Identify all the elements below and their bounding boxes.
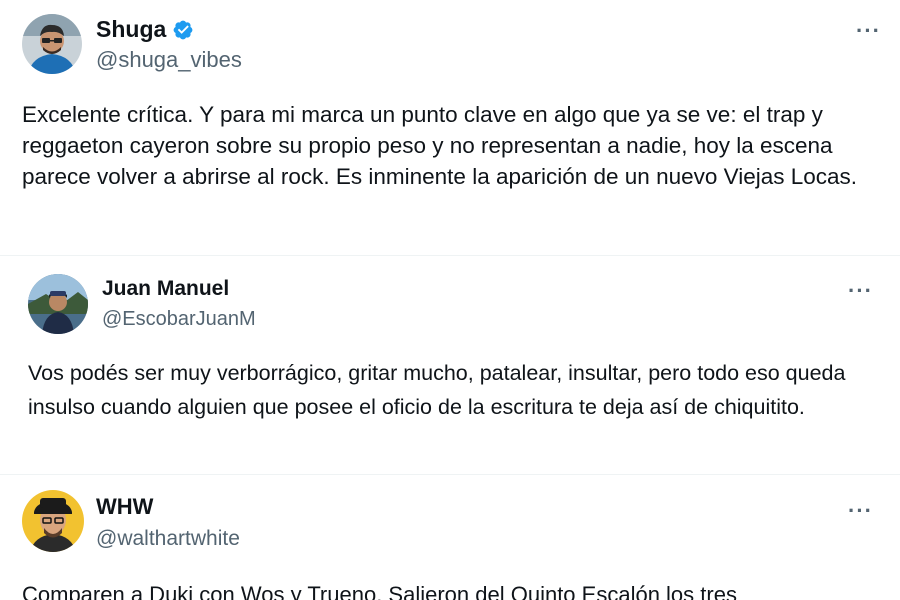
verified-badge-icon [172,19,194,41]
avatar-heisenberg-icon [22,490,84,552]
author-row: WHW [96,494,153,520]
user-handle[interactable]: @walthartwhite [96,527,240,551]
display-name[interactable]: Shuga [96,16,166,43]
tweet-text: Comparen a Duki con Wos y Trueno. Salier… [22,582,737,600]
more-options-icon[interactable]: ··· [848,280,873,302]
avatar-person-outdoors-icon [28,274,88,334]
tweet-text: Excelente crítica. Y para mi marca un pu… [22,102,858,189]
more-options-icon[interactable]: ··· [848,500,873,522]
avatar[interactable] [22,490,84,552]
avatar[interactable] [22,14,82,74]
display-name[interactable]: Juan Manuel [102,277,229,301]
tweet-text: Vos podés ser muy verborrágico, gritar m… [28,361,846,419]
display-name[interactable]: WHW [96,494,153,520]
tweet-card[interactable]: Shuga @shuga_vibes ··· Excelente crítica… [0,0,900,255]
user-handle[interactable]: @shuga_vibes [96,47,242,73]
tweet-card[interactable]: Juan Manuel @EscobarJuanM ··· Vos podés … [0,256,900,474]
author-row: Shuga [96,16,194,43]
avatar[interactable] [28,274,88,334]
more-options-icon[interactable]: ··· [856,20,881,42]
tweet-card[interactable]: WHW @walthartwhite ··· Comparen a Duki c… [0,475,900,600]
author-row: Juan Manuel [102,277,229,301]
avatar-man-glasses-icon [22,14,82,74]
user-handle[interactable]: @EscobarJuanM [102,308,256,331]
